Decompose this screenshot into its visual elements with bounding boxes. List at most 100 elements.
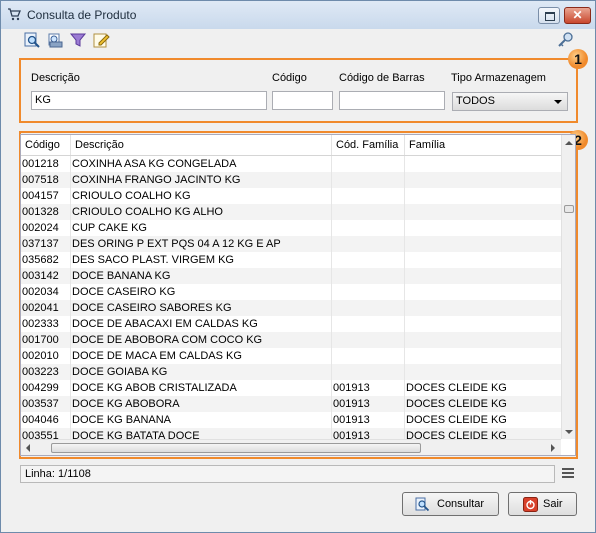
codigo-label: Código <box>272 72 307 84</box>
cell-codigo: 002333 <box>21 316 71 332</box>
cell-descricao: DOCE CASEIRO SABORES KG <box>71 300 332 316</box>
column-header-familia[interactable]: Família <box>405 135 561 155</box>
cell-cod-familia <box>332 220 405 236</box>
cell-descricao: COXINHA ASA KG CONGELADA <box>71 156 332 172</box>
cell-descricao: DOCE GOIABA KG <box>71 364 332 380</box>
cell-familia <box>405 348 561 364</box>
cell-cod-familia <box>332 156 405 172</box>
cell-codigo: 001700 <box>21 332 71 348</box>
chevron-down-icon <box>554 100 562 104</box>
cell-codigo: 002041 <box>21 300 71 316</box>
search-document-icon[interactable] <box>23 31 41 49</box>
power-icon <box>523 497 538 512</box>
table-row[interactable]: 001700 DOCE DE ABOBORA COM COCO KG <box>21 332 561 348</box>
tipo-armazenagem-select[interactable]: TODOS <box>452 92 568 111</box>
table-row[interactable]: 003537 DOCE KG ABOBORA 001913 DOCES CLEIDE … <box>21 396 561 412</box>
panel-badge-1: 1 <box>568 49 588 69</box>
cell-codigo: 003142 <box>21 268 71 284</box>
close-button[interactable]: ✕ <box>564 7 591 24</box>
cell-descricao: DES SACO PLAST. VIRGEM KG <box>71 252 332 268</box>
tipo-armazenagem-value: TODOS <box>456 95 495 107</box>
horizontal-scrollbar[interactable] <box>21 439 561 455</box>
window: Consulta de Produto ✕ Descrição KG Códig… <box>0 0 596 533</box>
table-row[interactable]: 002041 DOCE CASEIRO SABORES KG <box>21 300 561 316</box>
cell-cod-familia <box>332 332 405 348</box>
sair-label: Sair <box>543 498 563 510</box>
restore-button[interactable] <box>538 7 560 24</box>
table-row[interactable]: 001218 COXINHA ASA KG CONGELADA <box>21 156 561 172</box>
cell-descricao: DES ORING P EXT PQS 04 A 12 KG E AP <box>71 236 332 252</box>
vertical-scroll-thumb[interactable] <box>564 205 574 213</box>
close-icon: ✕ <box>572 8 583 22</box>
cell-cod-familia <box>332 204 405 220</box>
cell-cod-familia <box>332 236 405 252</box>
cell-familia: DOCES CLEIDE KG <box>406 414 507 426</box>
cell-codigo: 001218 <box>21 156 71 172</box>
print-preview-icon[interactable] <box>46 31 64 49</box>
menu-icon[interactable] <box>562 468 574 479</box>
codigo-barras-input[interactable] <box>339 91 445 110</box>
cell-familia <box>405 156 561 172</box>
cell-codigo: 002024 <box>21 220 71 236</box>
cell-codigo: 002034 <box>21 284 71 300</box>
table-row[interactable]: 004157 CRIOULO COALHO KG <box>21 188 561 204</box>
scroll-right-icon[interactable] <box>551 444 555 452</box>
column-header-codigo[interactable]: Código <box>21 135 71 155</box>
cell-cod-familia <box>332 348 405 364</box>
edit-icon[interactable] <box>92 31 110 49</box>
table-row[interactable]: 037137 DES ORING P EXT PQS 04 A 12 KG E A… <box>21 236 561 252</box>
table-row[interactable]: 002024 CUP CAKE KG <box>21 220 561 236</box>
cell-codigo: 004046 <box>21 412 71 428</box>
descricao-input[interactable]: KG <box>31 91 267 110</box>
consultar-button[interactable]: Consultar <box>402 492 499 516</box>
codigo-barras-label: Código de Barras <box>339 72 425 84</box>
cell-familia: DOCES CLEIDE KG <box>406 382 507 394</box>
table-row[interactable]: 004299 DOCE KG ABOB CRISTALIZADA 001913 DOC… <box>21 380 561 396</box>
cell-familia <box>405 188 561 204</box>
codigo-input[interactable] <box>272 91 333 110</box>
cart-icon <box>8 8 21 21</box>
table-row[interactable]: 002010 DOCE DE MACA EM CALDAS KG <box>21 348 561 364</box>
scroll-left-icon[interactable] <box>26 444 30 452</box>
sair-button[interactable]: Sair <box>508 492 577 516</box>
cell-descricao: COXINHA FRANGO JACINTO KG <box>71 172 332 188</box>
descricao-label: Descrição <box>31 72 80 84</box>
cell-familia <box>405 316 561 332</box>
cell-codigo: 003537 <box>21 396 71 412</box>
key-icon[interactable] <box>556 31 576 49</box>
cell-descricao: DOCE CASEIRO KG <box>71 284 332 300</box>
vertical-scrollbar[interactable] <box>561 135 575 439</box>
cell-codigo: 004299 <box>21 380 71 396</box>
cell-codigo: 002010 <box>21 348 71 364</box>
cell-familia <box>405 236 561 252</box>
table-row[interactable]: 007518 COXINHA FRANGO JACINTO KG <box>21 172 561 188</box>
window-title: Consulta de Produto <box>27 8 137 22</box>
filter-panel: Descrição KG Código Código de Barras Tip… <box>19 58 578 123</box>
scroll-up-icon[interactable] <box>565 141 573 145</box>
scroll-down-icon[interactable] <box>565 430 573 434</box>
cell-descricao: DOCE KG ABOB CRISTALIZADA <box>71 380 332 396</box>
cell-familia <box>405 204 561 220</box>
cell-familia <box>405 220 561 236</box>
table-row[interactable]: 003142 DOCE BANANA KG <box>21 268 561 284</box>
table-row[interactable]: 001328 CRIOULO COALHO KG ALHO <box>21 204 561 220</box>
consultar-label: Consultar <box>437 498 485 510</box>
cell-codigo: 037137 <box>21 236 71 252</box>
cell-familia <box>405 172 561 188</box>
search-document-icon <box>415 497 430 512</box>
cell-cod-familia <box>332 284 405 300</box>
horizontal-scroll-thumb[interactable] <box>51 443 421 453</box>
table-row[interactable]: 004046 DOCE KG BANANA 001913 DOCES CLEIDE K… <box>21 412 561 428</box>
cell-cod-familia <box>332 252 405 268</box>
column-header-cod-familia[interactable]: Cód. Família <box>332 135 405 155</box>
cell-codigo: 003223 <box>21 364 71 380</box>
cell-familia <box>405 364 561 380</box>
table-row[interactable]: 003223 DOCE GOIABA KG <box>21 364 561 380</box>
cell-descricao: DOCE KG ABOBORA <box>71 396 332 412</box>
tipo-armazenagem-label: Tipo Armazenagem <box>451 72 546 84</box>
table-row[interactable]: 002333 DOCE DE ABACAXI EM CALDAS KG <box>21 316 561 332</box>
table-row[interactable]: 002034 DOCE CASEIRO KG <box>21 284 561 300</box>
filter-icon[interactable] <box>69 31 87 49</box>
table-row[interactable]: 035682 DES SACO PLAST. VIRGEM KG <box>21 252 561 268</box>
column-header-descricao[interactable]: Descrição <box>71 135 332 155</box>
